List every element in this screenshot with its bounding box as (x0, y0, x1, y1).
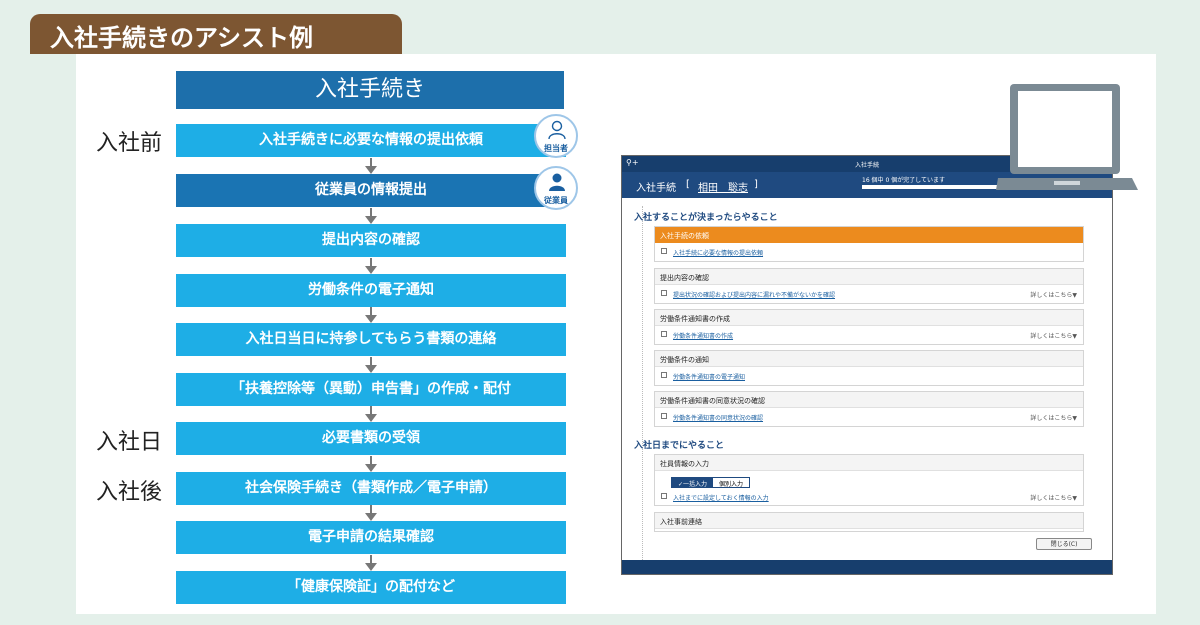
task-link[interactable]: 入社手続に必要な情報の提出依頼 (673, 248, 763, 257)
employee-name-link[interactable]: 相田 聡志 (698, 179, 748, 194)
task-row: 入社手続に必要な情報の提出依頼 (655, 243, 1083, 261)
app-title: 入社手続 (636, 183, 676, 194)
banner-title: 入社手続きのアシスト例 (30, 14, 402, 54)
app-window: ⚲+ 入社手続 入社手続 [ 相田 聡志 ] 16 個中 0 個が完了しています… (621, 155, 1113, 575)
flow-step: 入社手続きに必要な情報の提出依頼 (176, 124, 566, 157)
task-checkbox[interactable] (661, 372, 667, 378)
role-label: 担当者 (544, 144, 568, 153)
task-card-title: 労働条件通知書の作成 (655, 310, 1083, 326)
task-row: 労働条件通知書の電子通知 (655, 367, 1083, 385)
role-label: 従業員 (544, 196, 568, 205)
task-row: 入社までに設定しておく情報の入力 詳しくはこちら▼ (655, 488, 1083, 506)
task-link[interactable]: 提出状況の確認および提出内容に漏れや不備がないかを確認 (673, 290, 835, 299)
task-checkbox[interactable] (661, 331, 667, 337)
task-checkbox[interactable] (661, 290, 667, 296)
seg-individual[interactable]: 個別入力 (713, 478, 749, 488)
bracket-close: ] (754, 179, 758, 190)
flow-arrow (365, 505, 377, 521)
detail-link[interactable]: 詳しくはこちら▼ (1030, 331, 1077, 340)
task-card: 労働条件の通知 労働条件通知書の電子通知 (654, 350, 1084, 386)
input-mode-toggle: ✓一括入力 個別入力 (671, 477, 751, 488)
task-card: 入社手続の依頼 入社手続に必要な情報の提出依頼 (654, 226, 1084, 262)
flow-arrow (365, 456, 377, 472)
role-badge-employee: 従業員 (534, 166, 578, 210)
flow-arrow (365, 357, 377, 373)
role-badge-staff: 担当者 (534, 114, 578, 158)
flow-arrow (365, 555, 377, 571)
task-checkbox[interactable] (661, 248, 667, 254)
app-footer (622, 560, 1112, 574)
progress-bar (862, 185, 1002, 189)
flow-arrow (365, 258, 377, 274)
task-link[interactable]: 労働条件通知書の同意状況の確認 (673, 413, 763, 422)
flow-step: 電子申請の結果確認 (176, 521, 566, 554)
task-checkbox[interactable] (661, 413, 667, 419)
task-card-title: 入社手続の依頼 (655, 227, 1083, 243)
flow-step: 社会保険手続き（書類作成／電子申請） (176, 472, 566, 505)
task-card: 労働条件通知書の同意状況の確認 労働条件通知書の同意状況の確認 詳しくはこちら▼ (654, 391, 1084, 427)
section-title: 入社日までにやること (634, 441, 725, 451)
flow-arrow (365, 406, 377, 422)
person-icon (548, 120, 566, 140)
task-card: 提出内容の確認 提出状況の確認および提出内容に漏れや不備がないかを確認 詳しくは… (654, 268, 1084, 304)
task-link[interactable]: 労働条件通知書の作成 (673, 331, 733, 340)
task-card: 入社事前連絡 (654, 512, 1084, 532)
task-row: 提出状況の確認および提出内容に漏れや不備がないかを確認 詳しくはこちら▼ (655, 285, 1083, 303)
task-card-title: 労働条件通知書の同意状況の確認 (655, 392, 1083, 408)
close-button[interactable]: 閉じる(C) (1036, 538, 1092, 550)
task-link[interactable]: 労働条件通知書の電子通知 (673, 372, 745, 381)
app-body: 入社することが決まったらやること 入社手続の依頼 入社手続に必要な情報の提出依頼… (622, 198, 1112, 560)
flow-arrow (365, 208, 377, 224)
flow-step: 従業員の情報提出 (176, 174, 566, 207)
detail-link[interactable]: 詳しくはこちら▼ (1030, 413, 1077, 422)
task-row: 労働条件通知書の同意状況の確認 詳しくはこちら▼ (655, 408, 1083, 426)
flow-step: 「扶養控除等（異動）申告書」の作成・配付 (176, 373, 566, 406)
flow-step: 「健康保険証」の配付など (176, 571, 566, 604)
flow-step: 労働条件の電子通知 (176, 274, 566, 307)
task-card-title: 社員情報の入力 (655, 455, 1083, 471)
flow-step: 提出内容の確認 (176, 224, 566, 257)
flow-arrow (365, 307, 377, 323)
person-icon (549, 173, 565, 191)
flow-step: 必要書類の受領 (176, 422, 566, 455)
task-card-title: 提出内容の確認 (655, 269, 1083, 285)
stage-label-day: 入社日 (96, 430, 163, 455)
flow-header: 入社手続き (176, 71, 564, 109)
detail-link[interactable]: 詳しくはこちら▼ (1030, 493, 1077, 502)
flow-arrow (365, 158, 377, 174)
task-row: 労働条件通知書の作成 詳しくはこちら▼ (655, 326, 1083, 344)
task-checkbox[interactable] (661, 493, 667, 499)
task-card-title: 入社事前連絡 (655, 513, 1083, 529)
task-link[interactable]: 入社までに設定しておく情報の入力 (673, 493, 769, 502)
task-card: 社員情報の入力 ✓一括入力 個別入力 入社までに設定しておく情報の入力 詳しくは… (654, 454, 1084, 506)
flow-step: 入社日当日に持参してもらう書類の連絡 (176, 323, 566, 356)
timeline-line (642, 206, 643, 560)
laptop-icon (996, 84, 1138, 190)
seg-bulk[interactable]: ✓一括入力 (672, 478, 714, 488)
detail-link[interactable]: 詳しくはこちら▼ (1030, 290, 1077, 299)
task-card-title: 労働条件の通知 (655, 351, 1083, 367)
task-card: 労働条件通知書の作成 労働条件通知書の作成 詳しくはこちら▼ (654, 309, 1084, 345)
stage-label-before: 入社前 (96, 131, 163, 156)
section-title: 入社することが決まったらやること (634, 213, 778, 223)
bracket-open: [ (686, 179, 690, 190)
stage-label-after: 入社後 (96, 480, 163, 505)
progress-text: 16 個中 0 個が完了しています (862, 177, 945, 184)
